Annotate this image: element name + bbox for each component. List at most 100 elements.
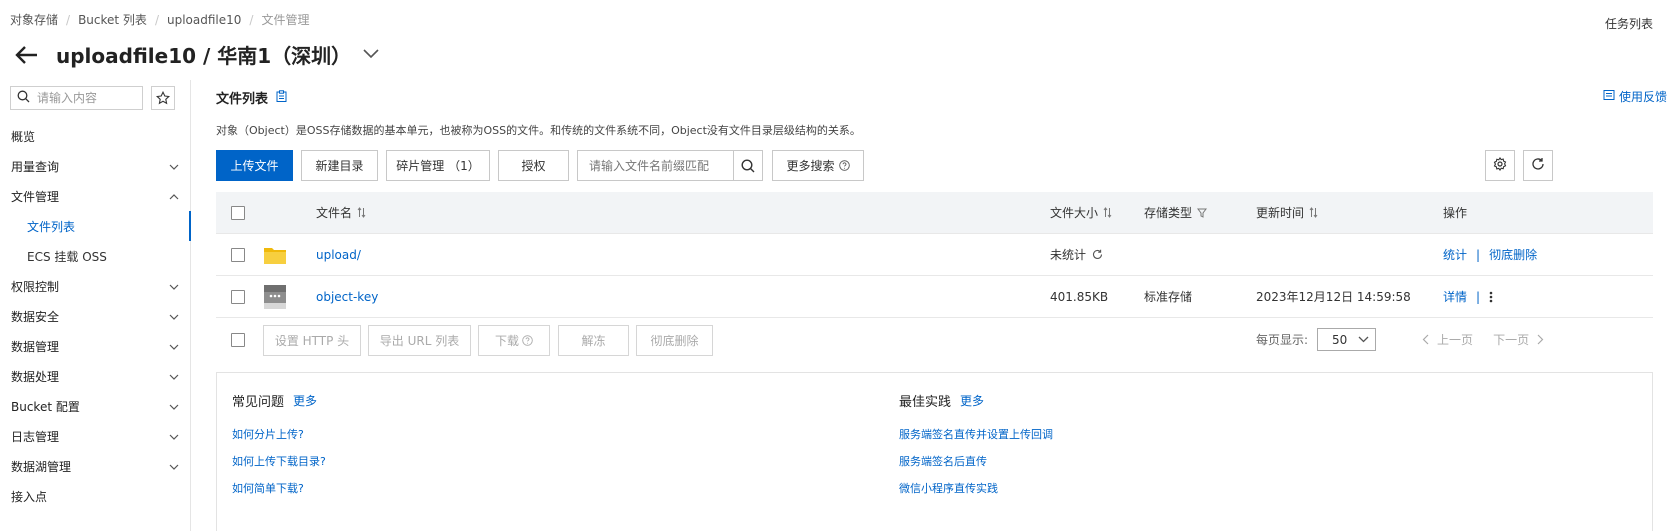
column-file-size[interactable]: 文件大小 <box>1050 204 1112 221</box>
refresh-icon <box>1531 157 1545 174</box>
chevron-left-icon <box>1422 334 1429 345</box>
column-label: 文件名 <box>316 206 353 220</box>
breadcrumb-bucket-list[interactable]: Bucket 列表 <box>78 11 147 28</box>
pagination: 每页显示: 50 上一页 下一页 <box>1256 328 1544 351</box>
search-icon[interactable] <box>734 151 762 180</box>
unfreeze-button[interactable]: 解冻 <box>558 325 629 356</box>
column-file-name[interactable]: 文件名 <box>316 204 366 221</box>
sidebar-item-permissions[interactable]: 权限控制 <box>0 271 191 301</box>
sidebar-item-file-management[interactable]: 文件管理 <box>0 181 191 211</box>
sidebar-item-data-lake[interactable]: 数据湖管理 <box>0 451 191 481</box>
new-directory-button[interactable]: 新建目录 <box>301 150 378 181</box>
feedback-link[interactable]: 使用反馈 <box>1603 88 1667 105</box>
back-arrow-icon[interactable] <box>14 42 40 68</box>
best-practice-link[interactable]: 服务端签名后直传 <box>899 453 1053 480</box>
statistics-link[interactable]: 统计 <box>1443 246 1467 263</box>
task-list-link[interactable]: 任务列表 <box>1605 15 1653 32</box>
sidebar-item-file-list[interactable]: 文件列表 <box>0 211 191 241</box>
sidebar-item-label: ECS 挂载 OSS <box>27 249 107 264</box>
faq-link[interactable]: 如何简单下载? <box>232 480 326 507</box>
row-actions: 统计 | 彻底删除 <box>1443 246 1537 263</box>
best-practice-heading: 最佳实践 更多 <box>899 391 1053 410</box>
breadcrumb-separator: / <box>154 12 159 27</box>
row-checkbox[interactable] <box>231 247 245 262</box>
sort-icon <box>1309 207 1318 218</box>
help-circle-icon <box>522 335 533 346</box>
chevron-down-icon <box>169 459 179 473</box>
sidebar-item-data-processing[interactable]: 数据处理 <box>0 361 191 391</box>
prev-page-button[interactable]: 上一页 <box>1422 331 1473 348</box>
sidebar-item-overview[interactable]: 概览 <box>0 121 191 151</box>
clipboard-icon[interactable] <box>276 89 287 106</box>
updated-time: 2023年12月12日 14:59:58 <box>1256 290 1411 304</box>
file-prefix-search-input[interactable] <box>578 151 734 180</box>
file-search <box>577 150 763 181</box>
breadcrumb-separator: / <box>249 12 254 27</box>
star-icon[interactable] <box>151 86 175 110</box>
chevron-down-icon <box>169 429 179 443</box>
divider: | <box>1476 247 1481 262</box>
column-storage-type[interactable]: 存储类型 <box>1144 204 1208 221</box>
delete-link[interactable]: 彻底删除 <box>1489 246 1537 263</box>
column-updated-time[interactable]: 更新时间 <box>1256 204 1318 221</box>
best-practice-more-link[interactable]: 更多 <box>960 392 984 409</box>
breadcrumb: 对象存储 / Bucket 列表 / uploadfile10 / 文件管理 <box>10 11 309 28</box>
refresh-icon[interactable] <box>1092 249 1103 260</box>
faq-link[interactable]: 如何上传下载目录? <box>232 453 326 480</box>
best-practice-list: 服务端签名直传并设置上传回调 服务端签名后直传 微信小程序直传实践 <box>899 426 1053 507</box>
settings-button[interactable] <box>1485 150 1515 181</box>
set-http-header-button[interactable]: 设置 HTTP 头 <box>263 325 361 356</box>
sidebar-item-ecs-mount[interactable]: ECS 挂载 OSS <box>0 241 191 271</box>
sidebar-item-data-security[interactable]: 数据安全 <box>0 301 191 331</box>
refresh-button[interactable] <box>1523 150 1553 181</box>
best-practice-link[interactable]: 服务端签名直传并设置上传回调 <box>899 426 1053 453</box>
authorize-button[interactable]: 授权 <box>498 150 569 181</box>
chevron-down-icon <box>169 279 179 293</box>
sidebar-item-label: 接入点 <box>11 489 48 504</box>
chevron-down-icon <box>1358 336 1369 343</box>
export-url-list-button[interactable]: 导出 URL 列表 <box>368 325 471 356</box>
description: 对象（Object）是OSS存储数据的基本单元，也被称为OSS的文件。和传统的文… <box>216 124 861 137</box>
breadcrumb-file-management: 文件管理 <box>261 13 310 27</box>
best-practice-link[interactable]: 微信小程序直传实践 <box>899 480 1053 507</box>
next-page-button[interactable]: 下一页 <box>1493 331 1544 348</box>
breadcrumb-bucket[interactable]: uploadfile10 <box>167 13 241 27</box>
sidebar-item-access-point[interactable]: 接入点 <box>0 481 191 511</box>
upload-file-button[interactable]: 上传文件 <box>216 150 293 181</box>
column-label: 存储类型 <box>1144 206 1193 220</box>
best-practice-section: 最佳实践 更多 服务端签名直传并设置上传回调 服务端签名后直传 微信小程序直传实… <box>899 373 1053 507</box>
breadcrumb-object-storage[interactable]: 对象存储 <box>10 11 58 28</box>
more-search-button[interactable]: 更多搜索 <box>772 150 864 181</box>
sidebar-item-bucket-config[interactable]: Bucket 配置 <box>0 391 191 421</box>
chevron-down-icon[interactable] <box>363 48 379 62</box>
chevron-down-icon <box>169 399 179 413</box>
sidebar-item-data-management[interactable]: 数据管理 <box>0 331 191 361</box>
download-button[interactable]: 下载 <box>478 325 550 356</box>
row-checkbox[interactable] <box>231 289 245 304</box>
download-label: 下载 <box>494 334 519 348</box>
more-vertical-icon[interactable] <box>1489 291 1493 303</box>
faq-section: 常见问题 更多 如何分片上传? 如何上传下载目录? 如何简单下载? <box>232 373 326 507</box>
faq-heading: 常见问题 更多 <box>232 391 326 410</box>
sort-icon <box>357 207 366 218</box>
file-name-link[interactable]: object-key <box>316 290 378 304</box>
sidebar-search-input[interactable] <box>37 91 137 105</box>
faq-more-link[interactable]: 更多 <box>293 392 317 409</box>
sidebar: 概览 用量查询 文件管理 文件列表 ECS 挂载 OSS 权限控制 数据安全 数… <box>0 80 191 531</box>
fragment-management-button[interactable]: 碎片管理 （1） <box>386 150 490 181</box>
faq-link[interactable]: 如何分片上传? <box>232 426 326 453</box>
sidebar-search <box>10 86 143 110</box>
sidebar-item-log-management[interactable]: 日志管理 <box>0 421 191 451</box>
search-icon <box>17 90 30 106</box>
toolbar: 上传文件 新建目录 碎片管理 （1） 授权 更多搜索 <box>216 150 872 181</box>
bulk-delete-button[interactable]: 彻底删除 <box>636 325 713 356</box>
per-page-select[interactable]: 50 <box>1317 328 1377 351</box>
sidebar-item-usage[interactable]: 用量查询 <box>0 151 191 181</box>
select-all-checkbox[interactable] <box>231 205 245 220</box>
sidebar-item-label: 数据安全 <box>11 309 60 324</box>
file-name-link[interactable]: upload/ <box>316 248 361 262</box>
details-link[interactable]: 详情 <box>1443 288 1467 305</box>
sidebar-item-label: 文件列表 <box>27 219 76 234</box>
bulk-select-checkbox[interactable] <box>231 333 245 347</box>
chevron-down-icon <box>169 339 179 353</box>
